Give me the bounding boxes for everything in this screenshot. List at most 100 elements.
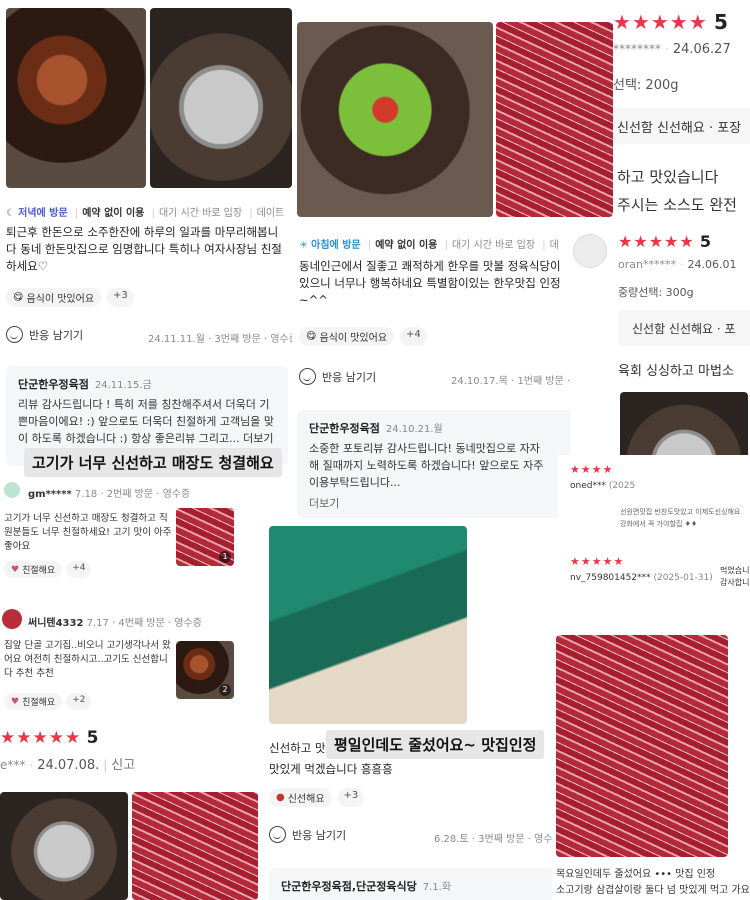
review-card-5: gm***** 7.18 · 2번째 방문 · 영수증 고기가 너무 신선하고 … [0,478,245,598]
review-photo[interactable] [150,8,292,188]
star-rating: ★★★★★ [618,232,695,251]
user-meta: ******** · 24.06.27 [613,42,731,57]
emoji-icon: 😋 [13,292,24,303]
avatar [4,482,20,498]
smile-icon [269,826,286,843]
review-card-10: 목요일인데두 줄섰어요 ••• 맛집 인정 소고기랑 삼겹살이랑 둘다 넘 맛있… [552,625,750,900]
keyword-row: 신선함 신선해요 · 포 [618,310,750,346]
review-text: 목요일인데두 줄섰어요 ••• 맛집 인정 [556,869,716,880]
owner-name: 단군한우정육점,단군정육식당 [281,880,417,893]
avatar [2,609,22,629]
owner-reply-text: 소중한 포토리뷰 감사드립니다! 동네맛집으로 자자해 질때까지 노력하도록 하… [309,442,544,489]
keyword-chips: 😋 음식이 맛있어요 +3 [6,288,134,307]
review-text: 선원면맛집 반찬도맛있고 이제도신싱해요 [620,508,741,516]
user-meta: e*** · 24.07.08. | 신고 [0,758,136,773]
review-text: 고기가 너무 신선하고 매장도 청결하고 직원분들도 너무 친절하세요! 고기 … [4,513,172,552]
react-button[interactable]: 반응 남기기 [269,826,346,843]
review-text: 퇴근후 한돈으로 소주한잔에 하루의 일과를 마무리해봅니다 동네 한돈맛집으로… [6,225,282,273]
review-photo[interactable]: 2 [176,641,234,699]
emoji-icon: 😋 [306,331,317,342]
more-keywords[interactable]: +3 [337,788,365,807]
moon-icon: ☾ [6,208,15,219]
review-photo[interactable] [496,22,613,217]
option-text: 중량선택: 300g [618,286,694,299]
option-text: 선택: 200g [613,78,679,93]
review-photo[interactable] [0,792,128,900]
review-text: 신선하고 맛 [269,741,326,755]
more-keywords[interactable]: +2 [66,693,92,710]
review-text: 강화에서 꼭 가야할집 ♦♦ [620,520,698,528]
star-rating: ★★★★★ [0,728,82,748]
rating: ★★★★★ 5 [0,728,99,748]
smile-icon [299,368,316,385]
star-rating: ★★★★★ [570,555,625,568]
review-card-8: 신선하고 맛 맛있게 먹겠습니다 흥흥흥 ● 신선해요 +3 반응 남기기 6.2… [262,518,557,900]
review-text: 동네인근에서 질좋고 쾌적하게 한우를 맛볼 정육식당이 있으니 너무나 행복하… [299,259,561,307]
review-text: 주시는 소스도 완전 [617,196,737,214]
keyword-chip[interactable]: ● 신선해요 [269,788,332,807]
visit-tags: ☾ 저녁에 방문 | 예약 없이 이용 | 대기 시간 바로 입장 | 데이트 [6,208,285,219]
review-text: 감사합니 [720,578,750,587]
smile-icon [6,326,23,343]
more-keywords[interactable]: +4 [400,327,427,346]
sun-icon: ☀ [299,240,308,251]
review-photo[interactable] [6,8,146,188]
review-photo[interactable] [132,792,258,900]
keyword-chip[interactable]: ♥ 친절해요 [4,693,63,710]
review-photo[interactable]: 1 [176,508,234,566]
heart-icon: ♥ [11,564,20,575]
more-link[interactable]: 더보기 [309,495,593,512]
review-text: 하고 맛있습니다 [617,168,719,186]
owner-reply: 단군한우정육점,단군정육식당 7.1.화 [269,868,554,900]
review-text: 집앞 단골 고기집..비오니 고기생각나서 왔어요 여전히 친절하시고..고기도… [4,640,171,679]
keyword-chips: ♥ 친절해요 +4 [4,561,92,578]
review-card-1: ☾ 저녁에 방문 | 예약 없이 이용 | 대기 시간 바로 입장 | 데이트 퇴근후… [0,0,292,470]
review-text: 소고기랑 삼겹살이랑 둘다 넘 맛있게 먹고 가요 [556,885,750,896]
rating: ★★★★★ 5 [618,232,711,251]
more-keywords[interactable]: +4 [66,561,92,578]
meat-icon: ● [276,792,285,803]
keyword-chips: ● 신선해요 +3 [269,788,365,807]
visit-meta: 24.11.11.월 · 3번째 방문 · 영수증 [148,334,292,345]
review-photo[interactable] [556,635,728,857]
report-link[interactable]: 신고 [111,758,135,773]
user-meta: 써니텐4332 7.17 · 4번째 방문 · 영수증 [28,618,202,629]
review-photo[interactable] [269,526,467,724]
owner-name: 단군한우정육점 [18,378,89,391]
star-rating: ★★★★ [570,463,614,476]
react-button[interactable]: 반응 남기기 [299,368,376,385]
keyword-chips: ♥ 친절해요 +2 [4,693,92,710]
keyword-row: 신선함 신선해요 · 포장 [613,108,750,144]
user-meta: nv_759801452*** (2025-01-31) [570,573,713,583]
review-card-6: 써니텐4332 7.17 · 4번째 방문 · 영수증 집앞 단골 고기집..비… [0,605,245,715]
visit-time: 저녁에 방문 [18,208,68,219]
star-rating: ★★★★★ [613,10,708,34]
avatar [573,234,607,268]
keyword-chip[interactable]: 😋 음식이 맛있어요 [299,327,395,346]
user-meta: oned*** (2025 [570,481,636,491]
user-meta: oran****** · 24.06.01 [618,258,737,271]
keyword-chips: 😋 음식이 맛있어요 +4 [299,327,427,346]
visit-tags: ☀ 아침에 방문 | 예약 없이 이용 | 대기 시간 바로 입장 | 데 [299,240,559,251]
review-card-9: ★★★★ oned*** (2025 선원면맛집 반찬도맛있고 이제도신싱해요 … [558,455,750,600]
review-card-7: ★★★★★ 5 e*** · 24.07.08. | 신고 [0,722,262,900]
visit-meta: 6.28.토 · 3번째 방문 · 영수 [434,834,553,845]
review-text: 먹었습니 [720,566,750,575]
react-button[interactable]: 반응 남기기 [6,326,83,343]
more-keywords[interactable]: +3 [107,288,134,307]
user-meta: gm***** 7.18 · 2번째 방문 · 영수증 [28,489,191,500]
visit-time: 아침에 방문 [311,240,361,251]
review-text: 육회 싱싱하고 마법소 [618,364,734,379]
owner-name: 단군한우정육점 [309,422,380,435]
caption-banner: 고기가 너무 신선하고 매장도 청결해요 [24,448,282,477]
keyword-chip[interactable]: ♥ 친절해요 [4,561,63,578]
owner-reply-text: 리뷰 감사드립니다 ! 특히 저를 칭찬해주셔서 더욱더 기쁜마음이에요! :)… [18,398,275,445]
keyword-chip[interactable]: 😋 음식이 맛있어요 [6,288,102,307]
caption-banner: 평일인데도 줄섰어요~ 맛집인정 [326,730,545,759]
review-card-2: ☀ 아침에 방문 | 예약 없이 이용 | 대기 시간 바로 입장 | 데 동네인근에… [293,0,613,520]
review-card-3: ★★★★★ 5 ******** · 24.06.27 선택: 200g 신선함 신… [613,0,750,222]
review-photo[interactable] [297,22,493,217]
review-text: 맛있게 먹겠습니다 흥흥흥 [269,762,393,776]
rating: ★★★★★ 5 [613,10,728,34]
heart-icon: ♥ [11,696,20,707]
